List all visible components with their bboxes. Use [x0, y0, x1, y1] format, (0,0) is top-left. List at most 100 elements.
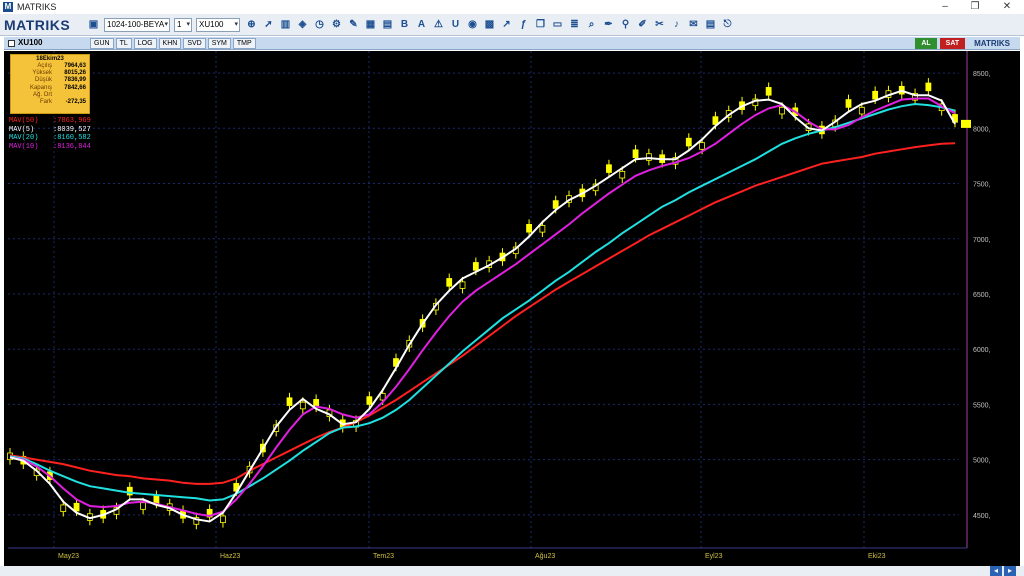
scroll-right-button[interactable]: ▸	[1004, 566, 1016, 576]
search-icon[interactable]: ⌕	[584, 17, 599, 32]
list-icon[interactable]: ≣	[567, 17, 582, 32]
pen-icon[interactable]: ✒	[601, 17, 616, 32]
tab-log[interactable]: LOG	[133, 38, 157, 49]
bold-icon[interactable]: B	[397, 17, 412, 32]
link-icon[interactable]: ⚲	[618, 17, 633, 32]
candle-body	[220, 515, 226, 523]
x-tick-label: Eyl23	[705, 553, 723, 560]
layers-icon[interactable]: ▤	[380, 17, 395, 32]
infobox-row: Kapanış 7842,66	[11, 85, 89, 92]
infobox-value: 7836,99	[64, 77, 86, 84]
tools-icon[interactable]: ✂	[652, 17, 667, 32]
clock-icon[interactable]: ◷	[312, 17, 327, 32]
legend-item: MAV(5):8039,527	[9, 126, 91, 135]
candle-body	[73, 502, 80, 512]
window-menu-icon	[8, 40, 15, 47]
tab-svd[interactable]: SVD	[183, 38, 206, 49]
sell-button[interactable]: SAT	[939, 38, 966, 49]
infobox-value	[52, 92, 86, 99]
table-icon[interactable]: ▦	[363, 17, 378, 32]
chart-window-header: XU100 GUN TL LOG KHN SVD SYM TMP AL SAT MATRIK…	[4, 37, 1020, 50]
tab-tmp[interactable]: TMP	[232, 38, 256, 49]
info-icon[interactable]: ◉	[465, 17, 480, 32]
restore-icon[interactable]: ❐	[960, 0, 990, 14]
infobox-date: 18Ekim23	[36, 56, 64, 62]
tab-sym[interactable]: SYM	[207, 38, 231, 49]
chart-type-icon[interactable]: ▥	[278, 17, 293, 32]
infobox-row: Açılış 7964,63	[11, 63, 89, 70]
symbol-select[interactable]: XU100 ▾	[196, 18, 240, 32]
chevron-down-icon: ▾	[186, 21, 190, 28]
infobox-row: Düşük 7836,99	[11, 77, 89, 84]
price-chart[interactable]: 4500, 5000, 5500, 6000, 6500, 7000, 7500, 8000,…	[4, 51, 1020, 566]
x-tick-label: Haz23	[220, 553, 240, 560]
indicator-icon[interactable]: ◈	[295, 17, 310, 32]
chart-area[interactable]: 4500, 5000, 5500, 6000, 6500, 7000, 7500, 8000,…	[4, 51, 1020, 566]
legend-value: :8160,582	[53, 134, 91, 142]
symbol-select-value: XU100	[199, 20, 224, 29]
candle-body	[872, 90, 879, 100]
legend-value: :8136,844	[53, 142, 91, 151]
infobox-label: Yüksek	[32, 70, 52, 77]
candle-body	[459, 281, 466, 289]
trend-icon[interactable]: ↗	[499, 17, 514, 32]
y-tick-label: 4500,	[973, 513, 991, 520]
series-line-mav5	[9, 89, 956, 523]
candle-body	[632, 149, 639, 158]
template-select[interactable]: 1024-100-BEYA ▾	[104, 18, 170, 32]
volume-icon[interactable]: ♪	[669, 17, 684, 32]
cursor-icon[interactable]: ➚	[261, 17, 276, 32]
chart-tabs: GUN TL LOG KHN SVD SYM TMP	[90, 38, 256, 49]
infobox-label: Düşük	[34, 77, 52, 84]
candle-body	[685, 137, 692, 147]
tab-khn[interactable]: KHN	[158, 38, 182, 49]
text-icon[interactable]: A	[414, 17, 429, 32]
legend-name: MAV(5)	[9, 125, 35, 134]
template-select-value: 1024-100-BEYA	[107, 20, 165, 29]
y-tick-label: 5500,	[973, 402, 991, 409]
y-tick-label: 7500,	[973, 182, 991, 189]
undo-icon[interactable]: U	[448, 17, 463, 32]
buy-button[interactable]: AL	[915, 38, 937, 49]
candle-body	[779, 106, 785, 115]
mail-icon[interactable]: ✉	[686, 17, 701, 32]
scroll-left-button[interactable]: ◂	[990, 566, 1002, 576]
infobox-row: Ağ. Ort	[11, 92, 89, 99]
chevron-down-icon: ▾	[164, 21, 168, 28]
window-title: MATRIKS	[17, 2, 57, 12]
settings-icon[interactable]: ⚙	[329, 17, 344, 32]
chart-symbol[interactable]: XU100	[8, 38, 42, 49]
alert-icon[interactable]: ⚠	[431, 17, 446, 32]
tab-gun[interactable]: GUN	[90, 38, 114, 49]
tab-tl[interactable]: TL	[115, 38, 132, 49]
candle-body	[712, 116, 719, 125]
close-icon[interactable]: ✕	[992, 0, 1022, 14]
x-tick-label: Eki23	[868, 553, 886, 560]
formula-icon[interactable]: ƒ	[516, 17, 531, 32]
candle-body	[925, 82, 932, 92]
window-icon[interactable]: ❐	[533, 17, 548, 32]
candle-body	[619, 170, 626, 179]
count-select[interactable]: 1 ▾	[174, 18, 192, 32]
candle-body	[645, 153, 652, 161]
candle-body	[606, 164, 612, 173]
candle-body	[366, 396, 373, 405]
candle-body	[699, 142, 706, 150]
monitor-icon[interactable]: ▭	[550, 17, 565, 32]
y-tick-label: 8000,	[973, 126, 991, 133]
data-icon[interactable]: ▤	[703, 17, 718, 32]
zoom-icon[interactable]: ⊕	[244, 17, 259, 32]
candle-body	[140, 502, 146, 510]
infobox-value: 8015,26	[64, 70, 86, 77]
minimize-icon[interactable]: –	[930, 0, 960, 14]
candle-body	[845, 99, 852, 108]
ohlc-infobox: 18Ekim23 Açılış 7964,63 Yüksek 8015,26 Düşük…	[10, 54, 90, 114]
save-icon[interactable]: ▣	[86, 17, 101, 32]
grid-icon[interactable]: ▩	[482, 17, 497, 32]
infobox-row: Fark -272,35	[11, 99, 89, 106]
exit-icon[interactable]: ⎋	[720, 17, 735, 32]
drawing-icon[interactable]: ✎	[346, 17, 361, 32]
app-logo-icon: M	[3, 2, 13, 12]
indicator-legend: MAV(50):7863,969 MAV(5):8039,527 MAV(20):8…	[9, 117, 91, 151]
edit-icon[interactable]: ✐	[635, 17, 650, 32]
